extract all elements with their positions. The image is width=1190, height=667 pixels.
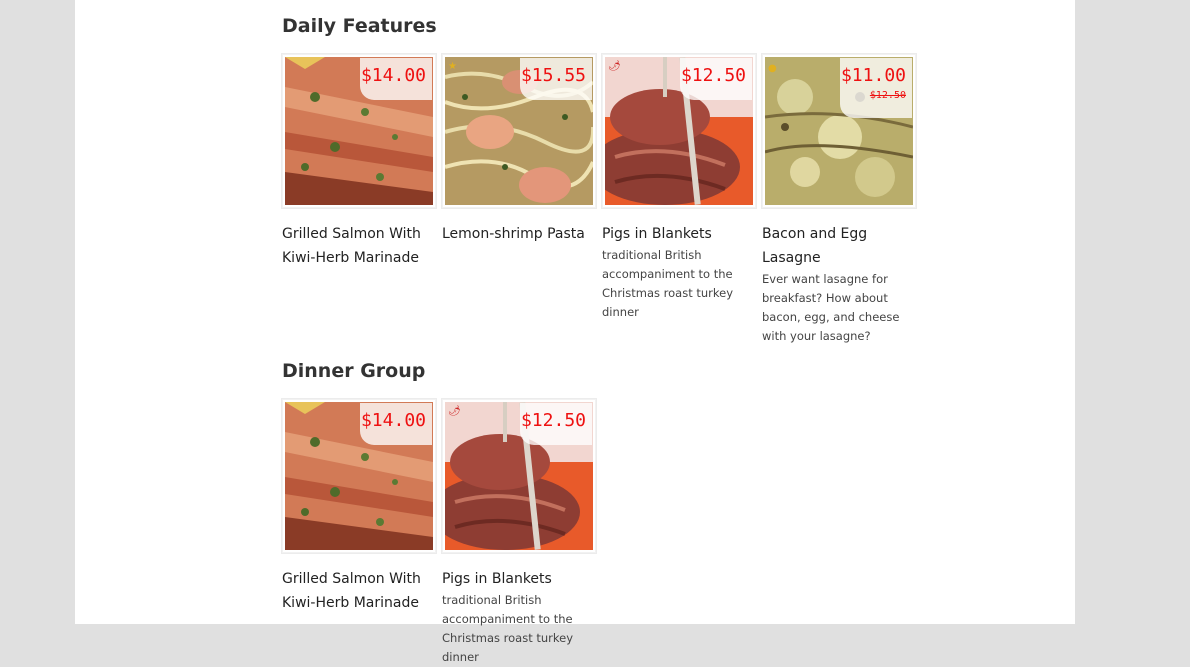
item-name[interactable]: Grilled Salmon With Kiwi-Herb Marinade [282,567,436,615]
item-name[interactable]: Bacon and Egg Lasagne [762,222,916,270]
pepper-icon: 🌶 [608,61,621,72]
item-name[interactable]: Lemon-shrimp Pasta [442,222,596,246]
pepper-icon: 🌶 [448,406,461,417]
item-thumbnail[interactable]: ● $11.00 $12.50 [762,54,916,208]
item-thumbnail[interactable]: $14.00 [282,399,436,553]
menu-item-card[interactable]: $14.00 Grilled Salmon With Kiwi-Herb Mar… [282,54,436,270]
price-tag: $14.00 [360,58,432,100]
price-tag: $14.00 [360,403,432,445]
item-thumbnail[interactable]: $14.00 [282,54,436,208]
item-price: $14.00 [360,410,426,431]
item-name[interactable]: Pigs in Blankets [442,567,596,591]
item-name[interactable]: Grilled Salmon With Kiwi-Herb Marinade [282,222,436,270]
item-price: $15.55 [520,65,586,86]
menu-item-card[interactable]: ★ $15.55 Lemon-shrimp Pasta [442,54,596,246]
price-tag: $11.00 $12.50 [840,58,912,118]
item-price: $14.00 [360,65,426,86]
price-tag: $15.55 [520,58,592,100]
item-thumbnail[interactable]: ★ $15.55 [442,54,596,208]
item-old-price: $12.50 [869,90,906,101]
item-name[interactable]: Pigs in Blankets [602,222,756,246]
sun-icon: ● [768,63,777,74]
item-price: $12.50 [520,410,586,431]
item-description: traditional British accompaniment to the… [442,593,574,664]
section-title-daily-features: Daily Features [282,15,437,37]
item-description: traditional British accompaniment to the… [602,248,734,319]
star-icon: ★ [448,61,457,72]
item-thumbnail[interactable]: 🌶 $12.50 [442,399,596,553]
item-price: $11.00 [840,65,906,86]
section-title-dinner-group: Dinner Group [282,360,426,382]
item-thumbnail[interactable]: 🌶 $12.50 [602,54,756,208]
menu-item-card[interactable]: $14.00 Grilled Salmon With Kiwi-Herb Mar… [282,399,436,615]
content-page: Daily Features $14.00 Grilled Salmon Wit… [75,0,1075,664]
price-tag: $12.50 [680,58,752,100]
price-tag: $12.50 [520,403,592,445]
menu-item-card[interactable]: ● $11.00 $12.50 Bacon and Egg Lasagne Ev… [762,54,916,346]
menu-item-card[interactable]: 🌶 $12.50 Pigs in Blankets traditional Br… [442,399,596,667]
item-price: $12.50 [680,65,746,86]
item-description: Ever want lasagne for breakfast? How abo… [762,272,900,343]
menu-item-card[interactable]: 🌶 $12.50 Pigs in Blankets traditional Br… [602,54,756,322]
